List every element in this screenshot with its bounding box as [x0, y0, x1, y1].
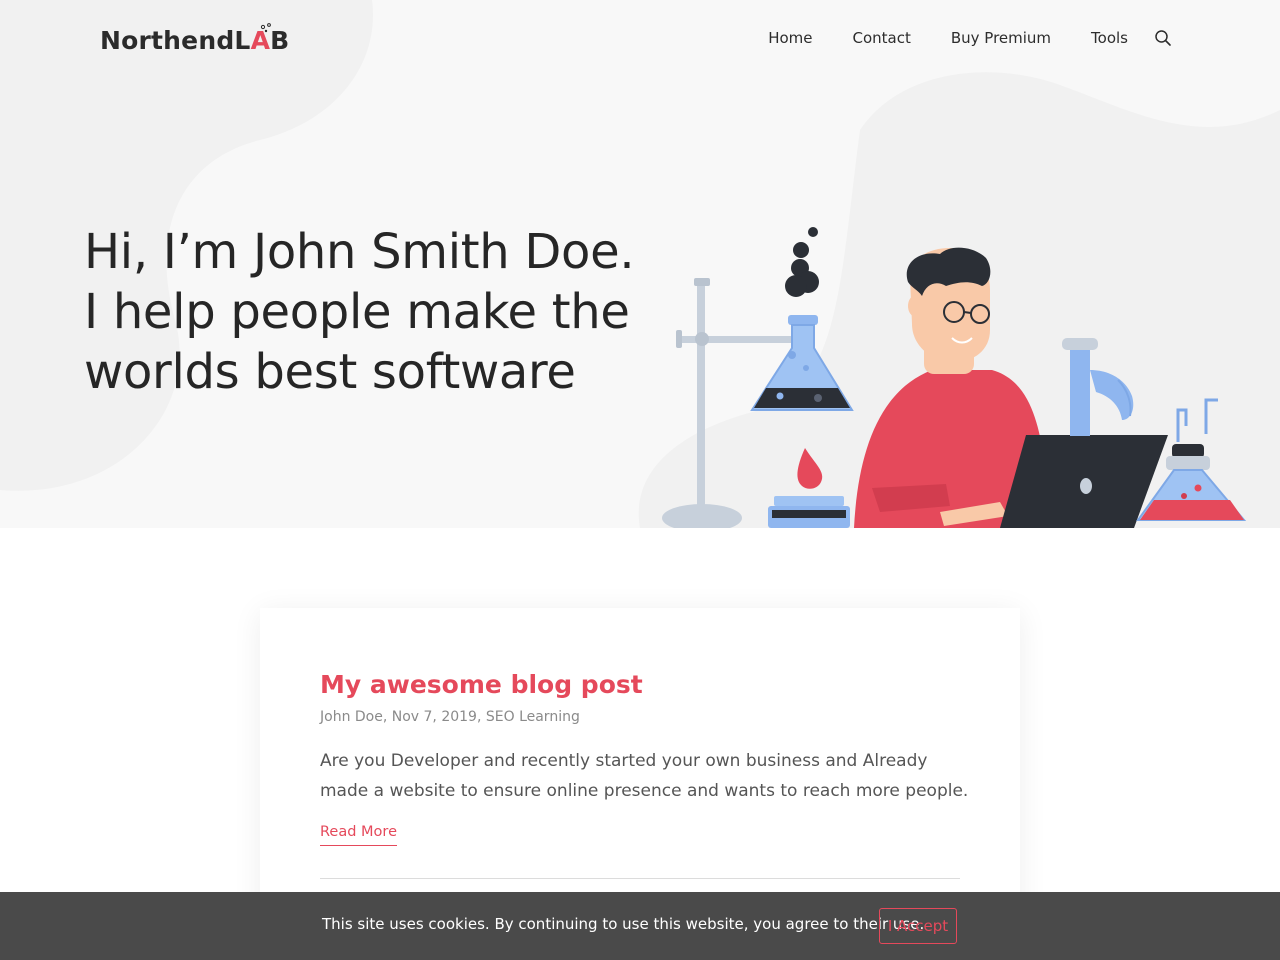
main-nav: Home Contact Buy Premium Tools [728, 28, 1172, 48]
flask-icon [750, 315, 854, 411]
post-title[interactable]: My awesome blog post [320, 670, 643, 699]
divider [320, 878, 960, 879]
hero-heading: Hi, I’m John Smith Doe. I help people ma… [84, 222, 664, 402]
flask-icon [260, 23, 271, 33]
nav-tools[interactable]: Tools [1091, 28, 1128, 48]
search-icon[interactable] [1154, 29, 1172, 47]
post-meta: John Doe, Nov 7, 2019, SEO Learning [320, 709, 580, 725]
post-excerpt: Are you Developer and recently started y… [320, 751, 969, 801]
hero-line-2: I help people make the [84, 284, 630, 340]
hero-line-1: Hi, I’m John Smith Doe. [84, 224, 635, 280]
nav-contact[interactable]: Contact [852, 28, 910, 48]
hero-line-3: worlds best software [84, 344, 576, 400]
burner-icon [768, 448, 850, 528]
scientist-illustration [662, 227, 1247, 528]
smoke-icon [785, 227, 819, 297]
cookie-banner: This site uses cookies. By continuing to… [0, 892, 1280, 960]
nav-home[interactable]: Home [768, 28, 812, 48]
cookie-message: This site uses cookies. By continuing to… [322, 915, 925, 933]
accept-cookies-button[interactable]: I Accept [879, 908, 957, 944]
microscope-icon [1062, 338, 1134, 436]
nav-buy-premium[interactable]: Buy Premium [951, 28, 1051, 48]
hero-section: NorthendLAB Home Contact Buy Premium Too… [0, 0, 1280, 528]
read-more-link[interactable]: Read More [320, 824, 397, 846]
logo[interactable]: NorthendLAB [100, 22, 300, 62]
